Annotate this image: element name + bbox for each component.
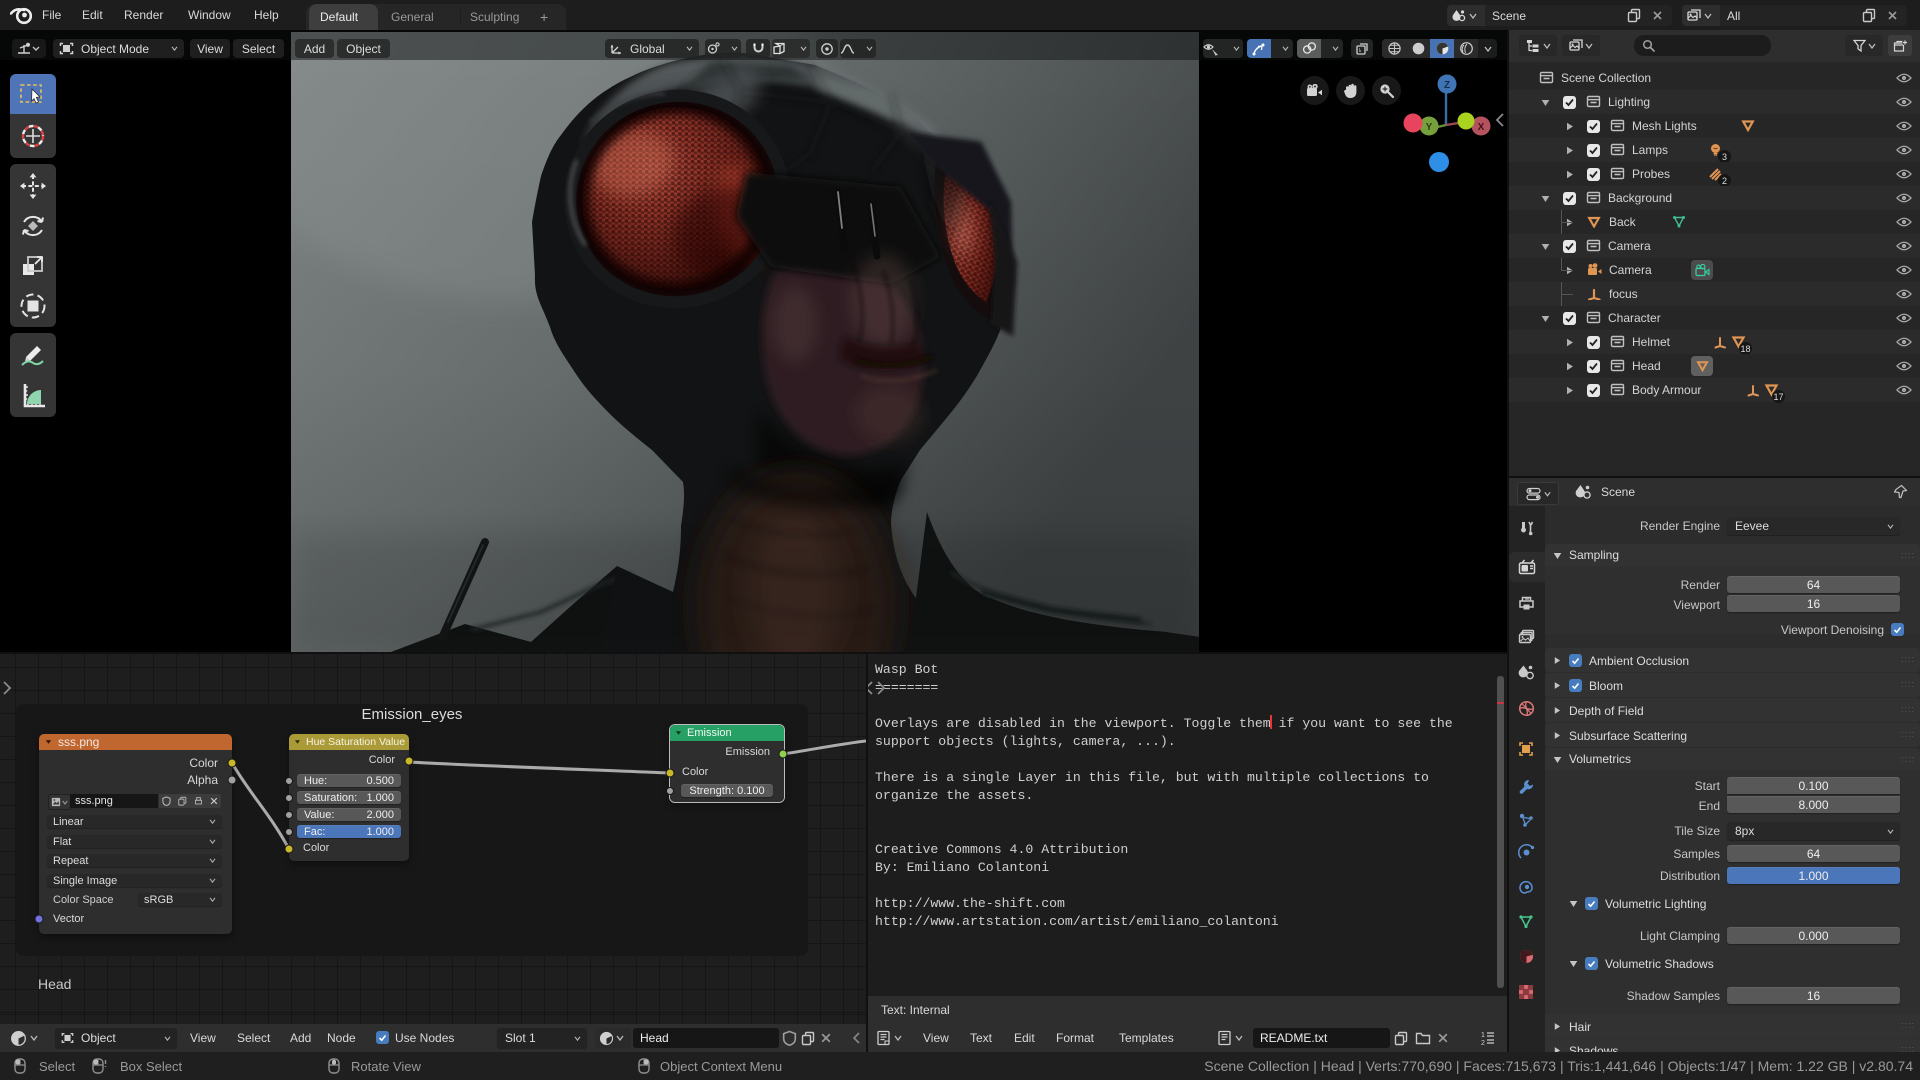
svg-text:2: 2 <box>1481 1040 1485 1046</box>
svg-text:X: X <box>1478 122 1485 133</box>
svg-text:Y: Y <box>1426 122 1433 133</box>
svg-text:1: 1 <box>1481 1032 1485 1039</box>
svg-text:Z: Z <box>1444 80 1450 91</box>
